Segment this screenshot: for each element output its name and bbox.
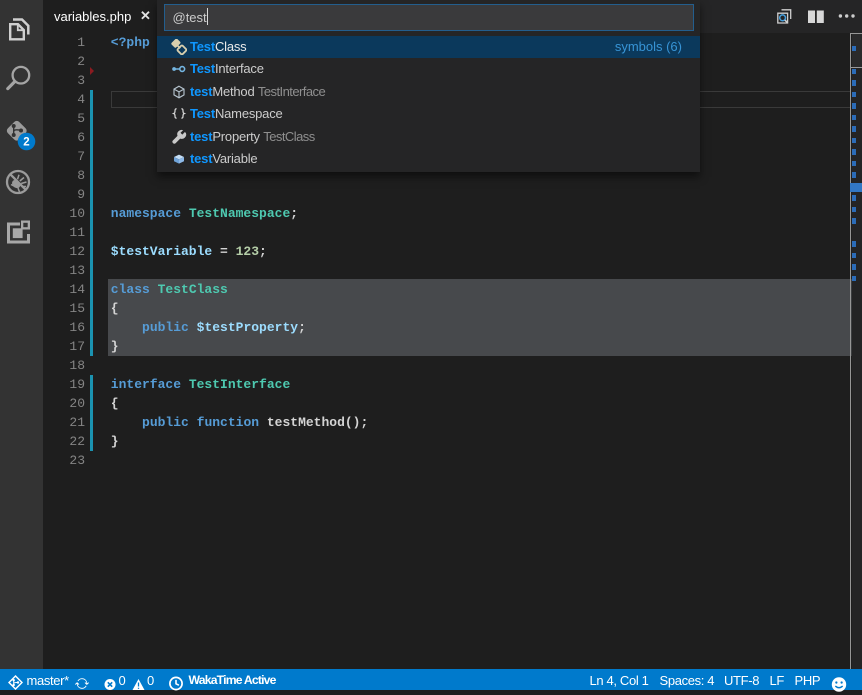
svg-text:2: 2 [23, 137, 29, 149]
